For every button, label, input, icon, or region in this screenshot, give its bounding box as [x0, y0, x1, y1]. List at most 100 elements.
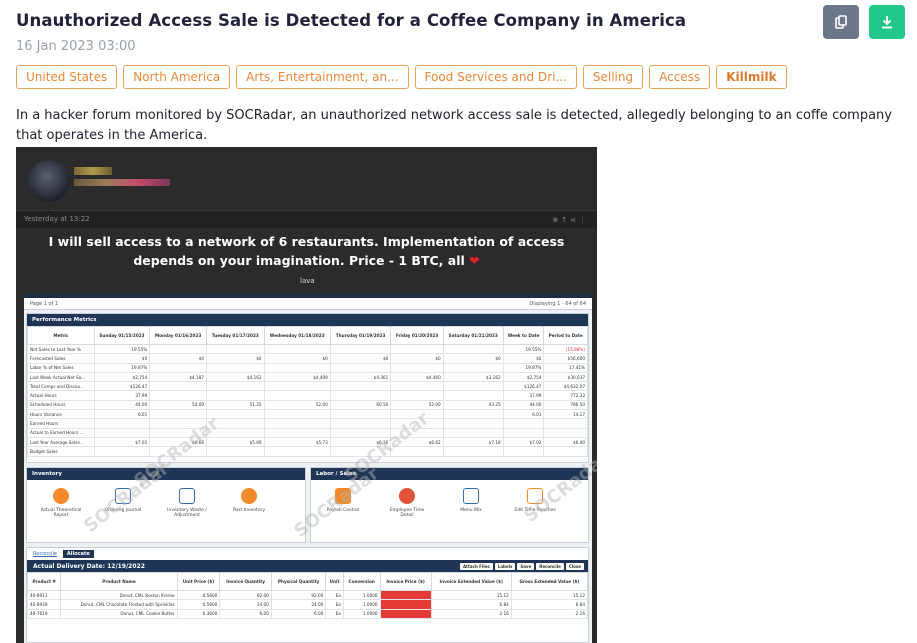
table-cell: $4,187	[149, 371, 208, 383]
download-icon	[882, 16, 892, 29]
table-cell: $4,162	[206, 371, 265, 383]
table-cell	[263, 343, 331, 355]
table-cell	[442, 446, 504, 457]
table-cell: Earned Hours	[27, 418, 95, 429]
table-cell: Last Week Actual Net Sa...	[27, 371, 95, 383]
table-row: Net Sales to Last Year % 19.55% 19.55% (15.…	[27, 343, 588, 355]
table-cell	[149, 390, 208, 401]
table-cell: Actual to Earned Hours ...	[27, 427, 95, 438]
table-cell	[442, 362, 504, 373]
pager-bar: Page 1 of 1 Displaying 1 - 64 of 64	[24, 298, 592, 310]
table-cell: 92.00	[219, 589, 272, 601]
table-cell: $5.73	[263, 436, 331, 448]
column-header: Product Name	[60, 572, 178, 591]
table-row: Earned Hours	[27, 418, 588, 429]
delivery-date-bar: Actual Delivery Date: 12/19/2022 Attach …	[27, 560, 588, 572]
table-cell	[149, 381, 208, 392]
table-cell	[206, 381, 265, 392]
table-cell	[543, 427, 588, 438]
forum-avatar	[28, 160, 70, 202]
table-row: Last Year Average Sales... $7.02 $6.66 $5.6…	[27, 436, 588, 448]
table-cell	[149, 343, 208, 355]
tag-selling[interactable]: Selling	[582, 65, 644, 89]
table-cell	[329, 418, 392, 429]
table-cell: 24.00	[219, 599, 272, 610]
table-cell: 19.87%	[502, 362, 545, 373]
tag-united-states[interactable]: United States	[16, 65, 118, 89]
table-row: Actual Hours 37.99 37.99 772.33	[27, 390, 588, 401]
table-cell	[206, 409, 265, 420]
blurred-username	[74, 167, 112, 175]
table-cell: $0	[442, 353, 504, 364]
table-cell: $0	[206, 353, 265, 364]
table-cell	[206, 362, 265, 373]
table-row: Budget Sales	[27, 446, 588, 457]
tab-allocate: Allocate	[62, 550, 94, 558]
restaurant-app-screenshot: Page 1 of 1 Displaying 1 - 64 of 64 Perf…	[24, 293, 592, 643]
table-cell: Forecasted Sales	[27, 353, 95, 364]
table-cell: 54.00	[149, 399, 208, 411]
evidence-screenshot: Yesterday at 13:22 ⊕↑⋖⋮ I will sell acce…	[16, 147, 597, 643]
column-header: Invoice Quantity	[219, 572, 272, 591]
download-button[interactable]	[869, 5, 905, 39]
tag-north-america[interactable]: North America	[123, 65, 231, 89]
table-cell: 0.5600	[176, 599, 221, 610]
tag-food-services[interactable]: Food Services and Dri...	[414, 65, 577, 89]
table-cell: Ea	[325, 608, 344, 619]
table-cell	[263, 390, 331, 401]
table-row: Scheduled Hours 44.00 54.00 51.25 52.00 60.50…	[27, 399, 588, 411]
column-header: Conversion	[342, 572, 381, 591]
report-icon	[53, 488, 69, 504]
table-cell: 6.01	[93, 409, 151, 420]
table-cell	[263, 381, 331, 392]
table-cell: $5.69	[206, 436, 265, 448]
table-cell: $56,600	[543, 353, 588, 364]
forum-signature: lava	[300, 277, 315, 285]
post-actions-icons: ⊕↑⋖⋮	[552, 216, 589, 224]
table-cell	[329, 362, 392, 373]
table-cell	[442, 418, 504, 429]
table-cell: $0	[390, 353, 444, 364]
tag-access[interactable]: Access	[649, 65, 711, 89]
copy-button[interactable]	[823, 5, 859, 39]
table-cell: Scheduled Hours	[27, 399, 95, 411]
column-header: Unit	[325, 572, 344, 591]
table-cell	[390, 381, 444, 392]
table-cell: 2.16	[510, 608, 589, 619]
table-cell	[442, 427, 504, 438]
save-button: Save	[517, 563, 535, 570]
table-cell	[93, 446, 151, 457]
table-cell: $0	[329, 353, 392, 364]
copy-icon	[835, 15, 847, 29]
table-cell: $0	[149, 353, 208, 364]
table-cell: $0	[502, 353, 545, 364]
reconcile-table: Product # Product Name Unit Price ($) Invoi…	[26, 572, 589, 619]
table-cell: Ea	[325, 599, 344, 610]
tag-arts-entertainment[interactable]: Arts, Entertainment, an...	[236, 65, 409, 89]
table-cell: $2,754	[502, 371, 545, 383]
article-description: In a hacker forum monitored by SOCRadar,…	[16, 108, 892, 143]
table-cell	[149, 362, 208, 373]
forum-post-message: I will sell access to a network of 6 res…	[48, 234, 565, 268]
table-cell: 19.55%	[502, 343, 545, 355]
menu-mix-icon	[463, 488, 479, 504]
column-header: Invoice Price ($)	[379, 572, 432, 591]
table-cell: 0.3600	[176, 608, 221, 619]
table-cell	[93, 418, 151, 429]
labor-tile: Employee Time Detail	[383, 488, 431, 518]
column-header: Product #	[26, 572, 62, 591]
table-cell: 772.33	[543, 390, 588, 401]
performance-metrics-table: Metric Sunday 01/15/2023 Monday 01/16/2023…	[27, 326, 588, 457]
table-cell: 19.55%	[93, 343, 151, 355]
table-cell: 40-7619	[26, 608, 62, 619]
table-cell: 0.5600	[176, 589, 221, 601]
table-row: Labor % of Net Sales 19.87% 19.87% 17.41%	[27, 362, 588, 373]
table-cell	[329, 343, 392, 355]
column-header: Thursday 01/19/2023	[329, 326, 392, 345]
tag-killmilk[interactable]: Killmilk	[716, 65, 787, 89]
table-cell: $4,632.07	[543, 381, 588, 392]
column-header: Saturday 01/21/2023	[442, 326, 504, 345]
table-cell: 19.87%	[93, 362, 151, 373]
table-cell: 37.99	[502, 390, 545, 401]
blurred-usertitle	[74, 179, 170, 186]
